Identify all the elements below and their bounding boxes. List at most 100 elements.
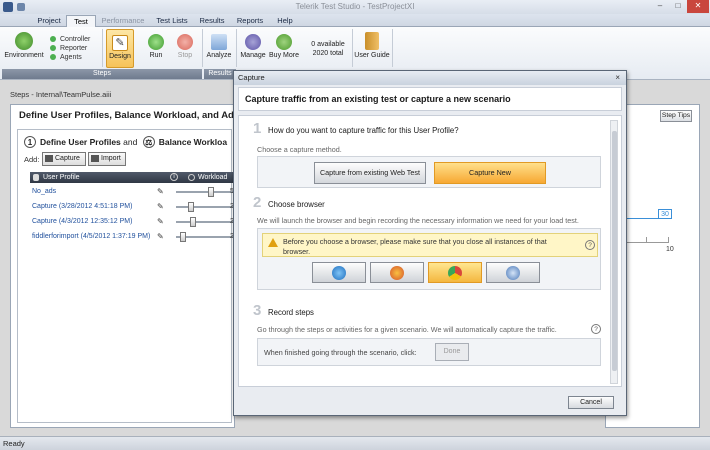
tab-help[interactable]: Help <box>273 15 297 27</box>
balance-icon: ⚖ <box>142 136 155 148</box>
tab-results[interactable]: Results <box>197 15 227 27</box>
tab-performance[interactable]: Performance <box>100 15 146 27</box>
workload-slider-thumb[interactable] <box>208 187 215 197</box>
edit-pencil-icon[interactable]: ✎ <box>157 230 164 244</box>
step3-title: Record steps <box>268 308 314 317</box>
analyze-icon <box>211 34 227 50</box>
design-button[interactable]: ✎ Design <box>106 29 134 68</box>
internet-explorer-icon <box>332 266 346 280</box>
chart-tick-label: 10 <box>666 246 674 253</box>
browser-firefox-button[interactable] <box>370 262 424 283</box>
workload-slider-thumb[interactable] <box>189 217 196 227</box>
buy-more-button[interactable]: Buy More <box>268 34 300 59</box>
table-row[interactable]: No_ads✎56 <box>30 185 238 199</box>
maximize-button[interactable]: □ <box>669 0 687 13</box>
browser-ie-button[interactable] <box>312 262 366 283</box>
col-workload[interactable]: Workload <box>198 172 227 183</box>
dialog-close-icon[interactable]: × <box>615 71 620 85</box>
ribbon-tabbar: Project Test Performance Test Lists Resu… <box>0 14 710 27</box>
environment-button[interactable]: Environment <box>4 32 44 59</box>
dialog-scrollbar[interactable] <box>610 120 618 384</box>
edit-pencil-icon[interactable]: ✎ <box>157 215 164 229</box>
env-item-controller: Controller <box>50 35 90 44</box>
done-button[interactable]: Done <box>435 343 469 361</box>
design-label: Design <box>109 53 131 60</box>
environment-icon <box>15 32 33 50</box>
close-button[interactable]: ✕ <box>687 0 709 13</box>
ribbon-separator <box>392 29 393 67</box>
import-button[interactable]: Import <box>88 152 126 166</box>
help-icon[interactable]: ? <box>585 240 595 250</box>
user-profile-icon <box>33 174 39 181</box>
step1-number: 1 <box>253 120 262 137</box>
breadcrumb: Steps - Internal\TeamPulse.aiii <box>10 90 112 99</box>
step-number-icon: 1 <box>24 136 36 148</box>
environment-status-list: Controller Reporter Agents <box>50 35 90 62</box>
analyze-button[interactable]: Analyze <box>204 34 234 59</box>
col-user-profile[interactable]: User Profile <box>43 172 80 183</box>
workload-slider-thumb[interactable] <box>180 232 187 242</box>
profile-name[interactable]: Capture (4/3/2012 12:35:12 PM) <box>32 215 132 229</box>
run-icon <box>148 34 164 50</box>
window-titlebar: Telerik Test Studio - TestProjectXI – □ … <box>0 0 710 14</box>
capture-new-button[interactable]: Capture New <box>434 162 546 184</box>
dialog-header: Capture traffic from an existing test or… <box>238 87 622 111</box>
dialog-title: Capture <box>238 73 265 82</box>
step-tips-button[interactable]: Step Tips <box>660 110 692 122</box>
window-title: Telerik Test Studio - TestProjectXI <box>295 2 415 11</box>
table-row[interactable]: Capture (4/3/2012 12:35:12 PM)✎20 <box>30 215 238 229</box>
chrome-icon <box>448 266 462 280</box>
user-guide-button[interactable]: User Guide <box>354 32 390 59</box>
stop-button[interactable]: Stop <box>172 34 198 59</box>
chart-value-badge: 30 <box>658 209 672 219</box>
status-dot-icon <box>50 54 56 61</box>
tab-test[interactable]: Test <box>66 15 96 27</box>
workload-slider-track[interactable] <box>176 191 236 193</box>
run-button[interactable]: Run <box>143 34 169 59</box>
browser-warning: Before you choose a browser, please make… <box>262 233 598 257</box>
browser-chrome-button[interactable] <box>428 262 482 283</box>
group-label-results: Results <box>204 69 236 79</box>
capture-existing-button[interactable]: Capture from existing Web Test <box>314 162 426 184</box>
workload-slider-track[interactable] <box>176 206 236 208</box>
step1-desc: Choose a capture method. <box>257 145 342 154</box>
workload-slider-thumb[interactable] <box>187 202 194 212</box>
ribbon-separator <box>202 29 203 67</box>
table-row[interactable]: fiddlerforimport (4/5/2012 1:37:19 PM)✎2… <box>30 230 238 244</box>
cancel-button[interactable]: Cancel <box>568 396 614 409</box>
tab-reports[interactable]: Reports <box>233 15 267 27</box>
ribbon-separator <box>102 29 103 67</box>
status-dot-icon <box>50 45 56 52</box>
profiles-pane: Define User Profiles, Balance Workload, … <box>10 104 259 428</box>
table-row[interactable]: Capture (3/28/2012 4:51:18 PM)✎20 <box>30 200 238 214</box>
status-bar: Ready <box>0 436 710 450</box>
license-total-text: 2020 total <box>312 50 344 57</box>
environment-label: Environment <box>4 52 44 59</box>
scrollbar-thumb[interactable] <box>612 131 617 371</box>
user-guide-label: User Guide <box>354 52 390 59</box>
manage-button[interactable]: Manage <box>238 34 268 59</box>
browser-safari-button[interactable] <box>486 262 540 283</box>
edit-pencil-icon[interactable]: ✎ <box>157 200 164 214</box>
help-icon[interactable]: ? <box>591 324 601 334</box>
step3-desc: Go through the steps or activities for a… <box>257 325 557 334</box>
env-item-reporter: Reporter <box>50 44 90 53</box>
page-title: Define User Profiles, Balance Workload, … <box>19 110 260 121</box>
step3-number: 3 <box>253 302 262 319</box>
profile-name[interactable]: Capture (3/28/2012 4:51:18 PM) <box>32 200 132 214</box>
profile-name[interactable]: No_ads <box>32 185 56 199</box>
workload-slider-track[interactable] <box>176 221 236 223</box>
warning-text: Before you choose a browser, please make… <box>283 237 547 256</box>
license-info: 0 available 2020 total <box>305 40 351 58</box>
minimize-button[interactable]: – <box>651 0 669 13</box>
dialog-titlebar: Capture × <box>234 71 626 85</box>
step2-title: Choose browser <box>268 200 325 209</box>
tab-project[interactable]: Project <box>34 15 64 27</box>
available-text: 0 available <box>311 41 345 48</box>
edit-pencil-icon[interactable]: ✎ <box>157 185 164 199</box>
profile-name[interactable]: fiddlerforimport (4/5/2012 1:37:19 PM) <box>32 230 150 244</box>
run-label: Run <box>149 52 163 59</box>
import-icon <box>91 154 99 162</box>
tab-test-lists[interactable]: Test Lists <box>152 15 192 27</box>
capture-button[interactable]: Capture <box>42 152 86 166</box>
